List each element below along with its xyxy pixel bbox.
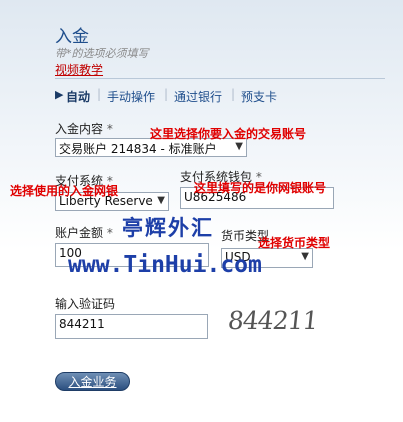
required-star: * [106,122,113,136]
amount-label: 账户金额 * [55,224,113,241]
page-title: 入金 [55,27,89,47]
watermark-chinese: 亭辉外汇 [122,215,214,240]
tab-auto[interactable]: 自动 [66,88,90,105]
tab-prepaid-card[interactable]: 预支卡 [241,88,277,105]
chevron-down-icon: ▼ [157,195,165,206]
deposit-content-label: 入金内容 * [55,120,113,137]
annotation-currency: 选择货币类型 [258,236,331,250]
tab-separator: | [97,87,102,101]
tab-separator: | [164,87,169,101]
captcha-image: 844211 [226,306,319,335]
tab-via-bank[interactable]: 通过银行 [174,88,222,105]
video-tutorial-link[interactable]: 视频教学 [55,61,103,78]
deposit-content-label-text: 入金内容 [55,122,104,136]
watermark-url: www.TinHui.com [68,252,262,278]
captcha-input[interactable]: 844211 [55,314,208,339]
annotation-account: 这里选择你要入金的交易账号 [150,127,307,141]
amount-label-text: 账户金额 [55,226,104,240]
divider [55,78,385,79]
tab-separator: | [231,87,236,101]
annotation-wallet: 这里填写的是你网银账号 [194,181,327,195]
active-tab-arrow-icon: ▶ [55,88,64,101]
captcha-value: 844211 [59,317,105,331]
chevron-down-icon: ▼ [235,141,243,152]
required-note: 带*的选项必须填写 [55,47,149,60]
annotation-bank: 选择使用的入金网银 [10,184,119,198]
deposit-account-value: 交易账户 214834 - 标准账户 [59,142,217,156]
captcha-label: 输入验证码 [55,297,116,311]
required-star: * [106,226,113,240]
chevron-down-icon: ▼ [301,251,309,262]
tab-manual[interactable]: 手动操作 [107,88,155,105]
deposit-submit-button[interactable]: 入金业务 [55,372,130,391]
